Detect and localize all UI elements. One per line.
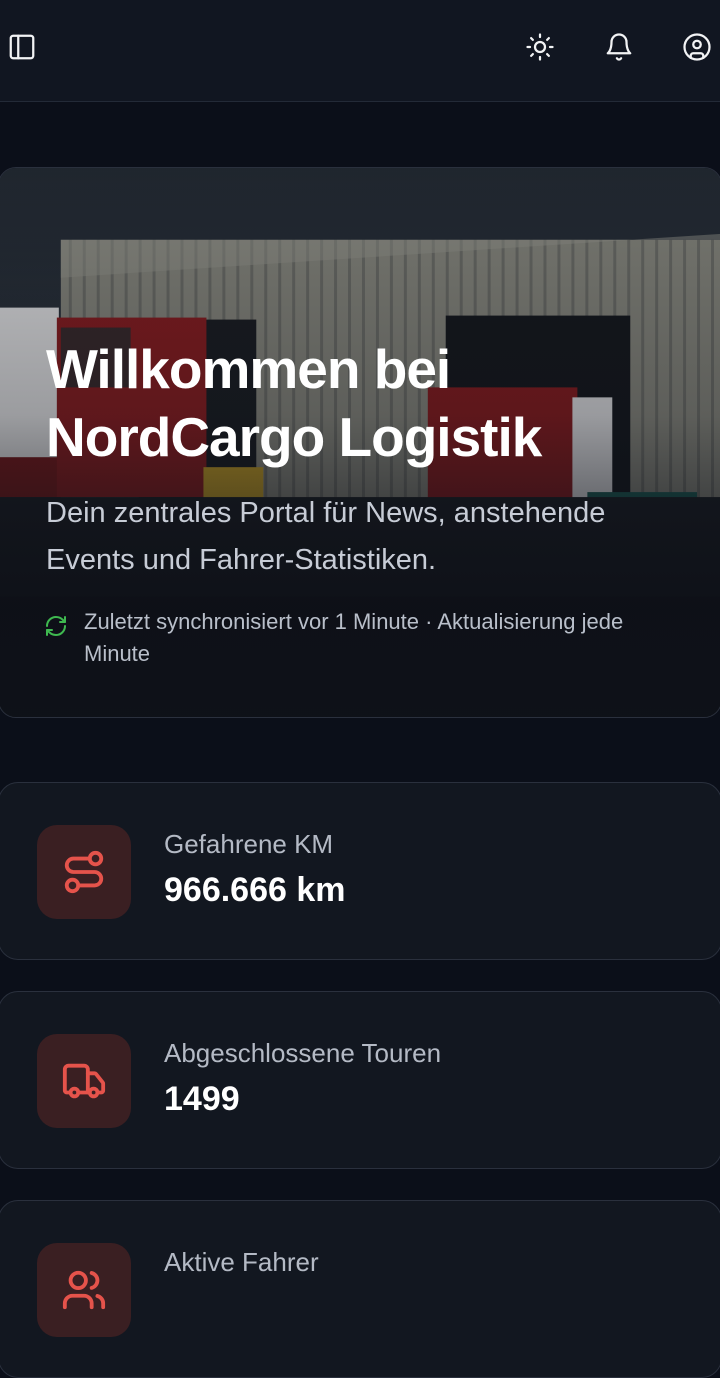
stat-card-driven-km: Gefahrene KM 966.666 km — [0, 782, 720, 960]
stat-label: Gefahrene KM — [164, 829, 334, 859]
bell-icon — [606, 33, 632, 61]
stat-card-completed-tours: Abgeschlossene Touren 1499 — [0, 991, 720, 1169]
stat-value: 966.666 km — [164, 871, 346, 909]
stat-icon-box — [37, 825, 131, 919]
stat-label: Abgeschlossene Touren — [164, 1038, 442, 1068]
sync-status: Zuletzt synchronisiert vor 1 Minute · Ak… — [44, 606, 684, 670]
account-button[interactable] — [675, 25, 719, 69]
truck-icon — [62, 1063, 106, 1099]
stat-value: 1499 — [164, 1080, 240, 1118]
sidebar-toggle-button[interactable] — [0, 25, 44, 69]
user-circle-icon — [683, 33, 711, 61]
hero-subtitle: Dein zentrales Portal für News, anstehen… — [46, 497, 606, 576]
sync-status-text: Zuletzt synchronisiert vor 1 Minute · Ak… — [84, 609, 624, 666]
refresh-icon — [46, 616, 66, 636]
stat-icon-box — [37, 1034, 131, 1128]
route-icon — [64, 850, 104, 894]
top-bar — [0, 0, 720, 102]
notifications-button[interactable] — [597, 25, 641, 69]
sun-icon — [526, 33, 554, 61]
stat-card-active-drivers: Aktive Fahrer — [0, 1200, 720, 1378]
users-icon — [62, 1270, 106, 1310]
page-title: Willkommen bei NordCargo Logistik — [46, 338, 542, 468]
sidebar-toggle-icon — [9, 34, 35, 60]
stat-label: Aktive Fahrer — [164, 1247, 319, 1277]
theme-toggle-button[interactable] — [518, 25, 562, 69]
stat-icon-box — [37, 1243, 131, 1337]
